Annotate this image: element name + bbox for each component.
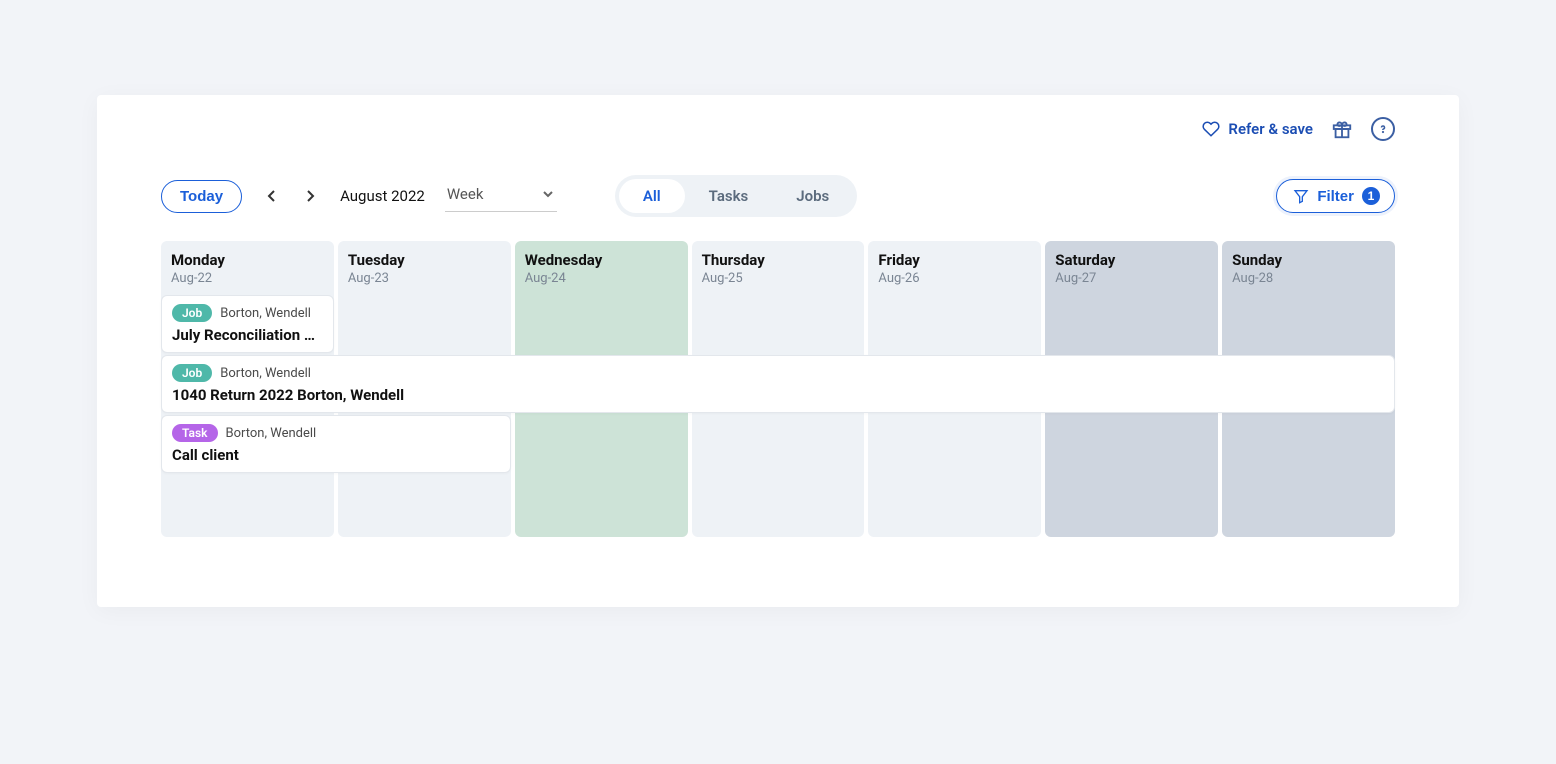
day-date: Aug-22	[171, 271, 324, 286]
heart-icon	[1202, 120, 1220, 138]
day-name: Saturday	[1055, 251, 1208, 269]
day-name: Thursday	[702, 251, 855, 269]
job-pill: Job	[172, 304, 212, 322]
chevron-right-icon	[305, 189, 315, 203]
day-date: Aug-25	[702, 271, 855, 286]
help-button[interactable]	[1371, 117, 1395, 141]
question-icon	[1377, 123, 1389, 135]
nav-arrows	[260, 184, 322, 208]
filter-label: Filter	[1317, 188, 1354, 205]
calendar-panel: Refer & save Today August 2022 Week All …	[97, 95, 1459, 607]
day-date: Aug-27	[1055, 271, 1208, 286]
day-name: Sunday	[1232, 251, 1385, 269]
tab-jobs[interactable]: Jobs	[772, 179, 853, 213]
event-card[interactable]: Job Borton, Wendell 1040 Return 2022 Borto…	[161, 355, 1395, 413]
tab-all[interactable]: All	[619, 179, 685, 213]
filter-icon	[1293, 188, 1309, 204]
view-select[interactable]: Week	[445, 181, 557, 212]
topbar: Refer & save	[1202, 117, 1395, 141]
chevron-down-icon	[541, 187, 555, 201]
event-card[interactable]: Task Borton, Wendell Call client	[161, 415, 511, 473]
event-client: Borton, Wendell	[220, 306, 311, 321]
filter-button[interactable]: Filter 1	[1276, 179, 1395, 213]
event-title: Call client	[172, 446, 500, 464]
refer-and-save-link[interactable]: Refer & save	[1202, 120, 1313, 138]
event-card[interactable]: Job Borton, Wendell July Reconciliation 2…	[161, 295, 334, 353]
prev-week-button[interactable]	[260, 184, 284, 208]
day-date: Aug-24	[525, 271, 678, 286]
tab-tasks[interactable]: Tasks	[685, 179, 773, 213]
day-name: Monday	[171, 251, 324, 269]
calendar-controls: Today August 2022 Week All Tasks Jobs Fi…	[161, 175, 1395, 217]
event-title: July Reconciliation 2…	[172, 326, 323, 344]
refer-label: Refer & save	[1228, 120, 1313, 138]
view-select-value: Week	[447, 185, 484, 203]
chevron-left-icon	[267, 189, 277, 203]
today-button[interactable]: Today	[161, 180, 242, 213]
day-name: Tuesday	[348, 251, 501, 269]
task-pill: Task	[172, 424, 218, 442]
day-name: Wednesday	[525, 251, 678, 269]
next-week-button[interactable]	[298, 184, 322, 208]
event-client: Borton, Wendell	[226, 426, 317, 441]
job-pill: Job	[172, 364, 212, 382]
day-date: Aug-23	[348, 271, 501, 286]
day-name: Friday	[878, 251, 1031, 269]
event-title: 1040 Return 2022 Borton, Wendell	[172, 386, 1384, 404]
day-date: Aug-26	[878, 271, 1031, 286]
gift-icon[interactable]	[1331, 118, 1353, 140]
month-label: August 2022	[340, 187, 425, 205]
week-grid: Monday Aug-22 Tuesday Aug-23 Wednesday Aug-24…	[161, 241, 1395, 537]
filter-count-badge: 1	[1362, 187, 1380, 205]
day-date: Aug-28	[1232, 271, 1385, 286]
type-tabs: All Tasks Jobs	[615, 175, 857, 217]
event-client: Borton, Wendell	[220, 366, 311, 381]
